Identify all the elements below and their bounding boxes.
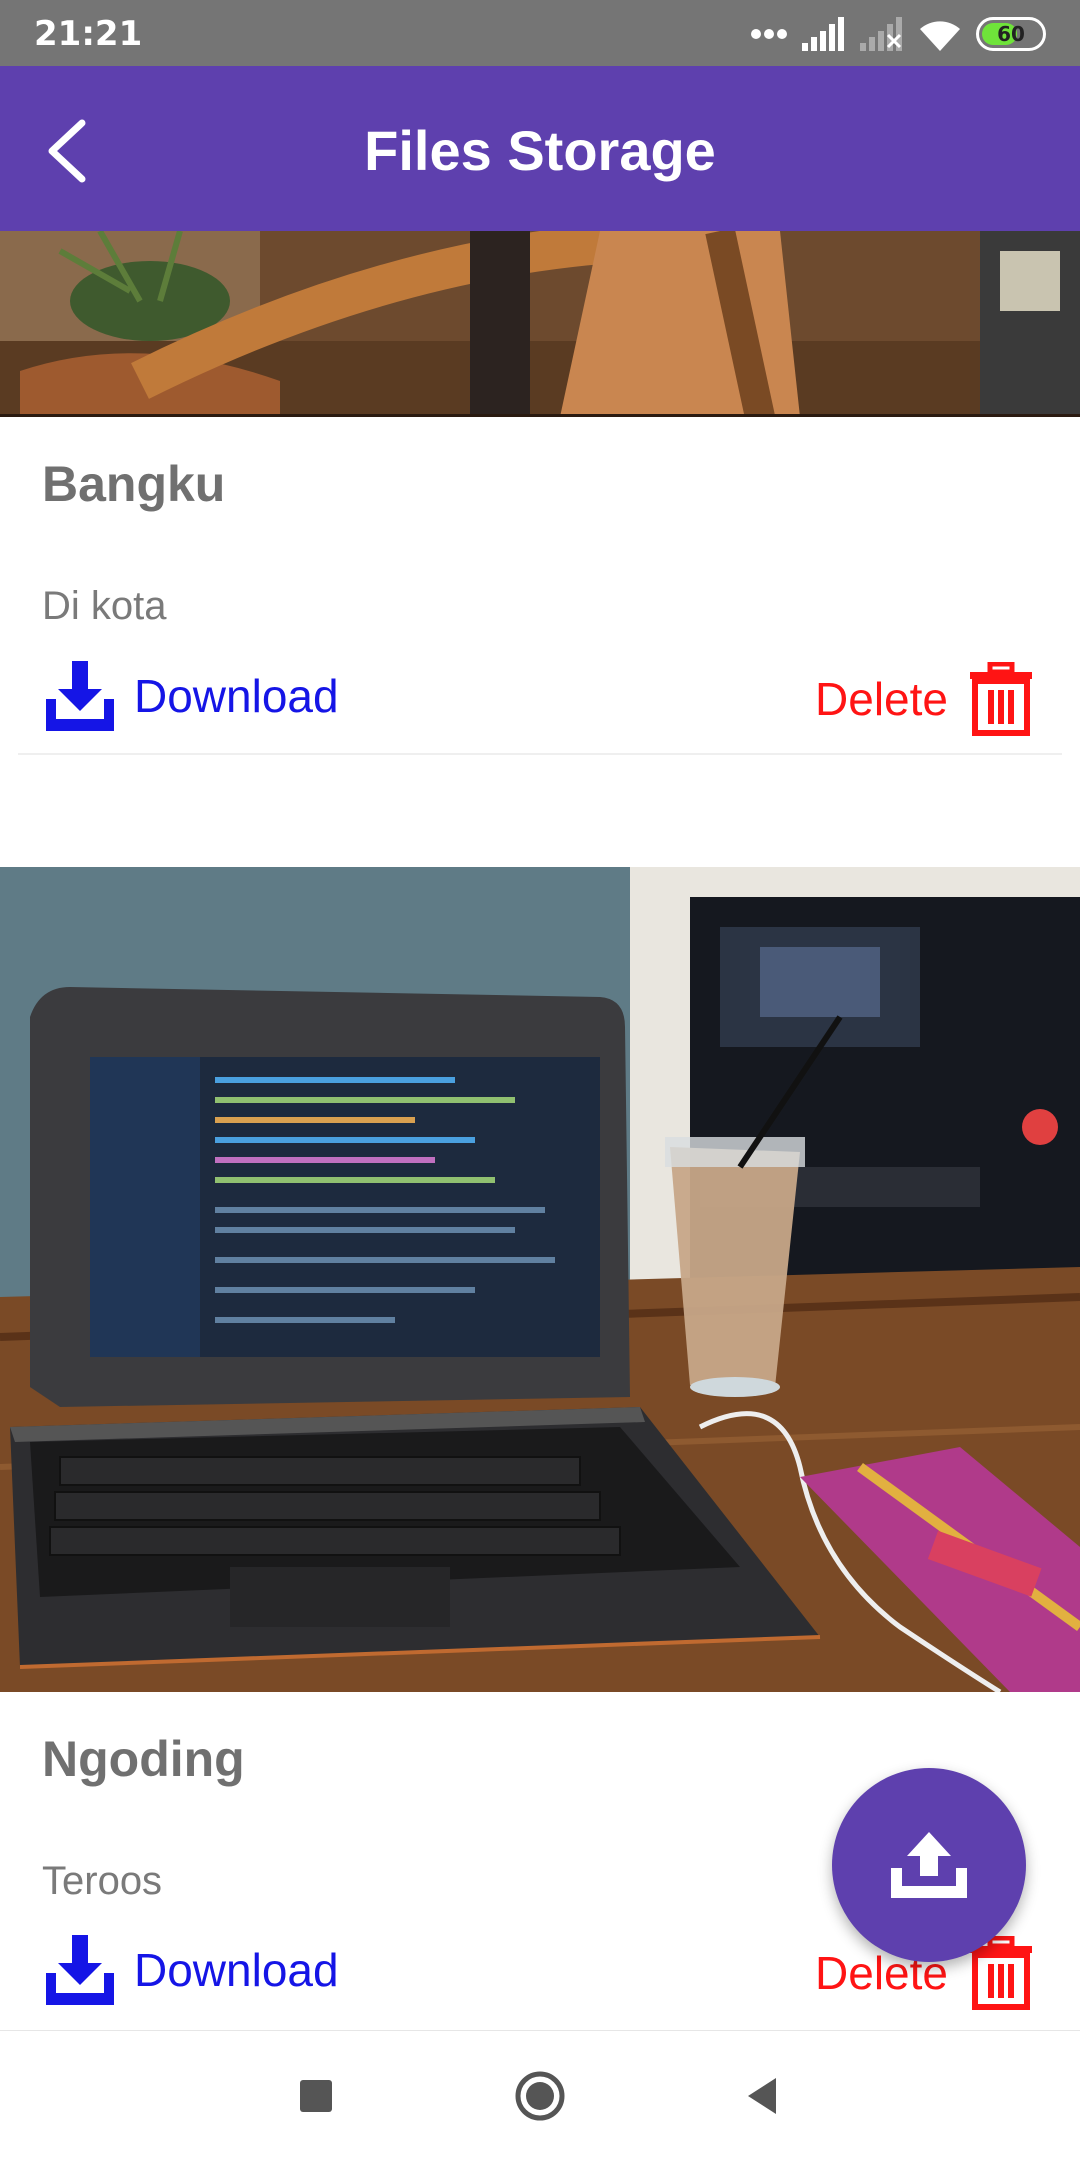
status-icons: 60 (750, 12, 1046, 56)
app-bar: Files Storage (0, 66, 1080, 231)
download-label: Download (134, 670, 339, 722)
laptop-photo (0, 867, 1080, 1692)
file-title: Bangku (42, 456, 226, 512)
file-card: Bangku Di kota Download Delete (0, 231, 1080, 755)
battery-icon: 60 (976, 17, 1046, 51)
delete-button[interactable]: Delete (815, 662, 1034, 736)
back-nav-button[interactable] (722, 2056, 802, 2136)
upload-fab-button[interactable] (832, 1768, 1026, 1962)
status-bar: 21:21 60 (0, 0, 1080, 66)
download-button[interactable]: Download (42, 661, 339, 731)
file-description: Di kota (42, 584, 167, 628)
download-icon (46, 1935, 114, 2005)
battery-level: 60 (997, 22, 1025, 46)
file-image (0, 231, 1080, 417)
more-dots-icon (751, 29, 787, 39)
page-title: Files Storage (364, 119, 716, 182)
home-button[interactable] (500, 2056, 580, 2136)
file-title: Ngoding (42, 1731, 245, 1787)
file-description: Teroos (42, 1859, 163, 1903)
delete-label: Delete (815, 673, 948, 725)
card-divider (18, 753, 1062, 755)
recents-button[interactable] (276, 2056, 356, 2136)
trash-icon (970, 662, 1032, 736)
status-time: 21:21 (34, 14, 143, 54)
signal-icon (802, 17, 844, 51)
wifi-icon (920, 21, 960, 51)
system-nav-bar (0, 2030, 1080, 2160)
signal-off-icon (860, 17, 902, 51)
file-image (0, 867, 1080, 1692)
chair-photo (0, 231, 1080, 417)
download-label: Download (134, 1944, 339, 1996)
file-list[interactable]: Bangku Di kota Download Delete Ngoding T… (0, 231, 1080, 2030)
home-circle-icon (515, 2071, 565, 2121)
download-button[interactable]: Download (42, 1935, 339, 2005)
recents-square-icon (300, 2080, 332, 2112)
back-triangle-icon (748, 2078, 776, 2114)
download-icon (46, 661, 114, 731)
upload-icon (891, 1832, 967, 1898)
